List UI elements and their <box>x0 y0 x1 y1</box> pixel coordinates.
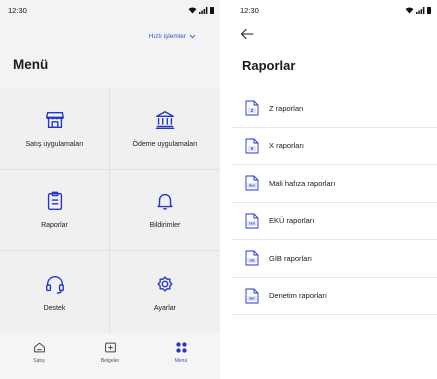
battery-icon <box>427 6 431 14</box>
gear-icon <box>157 276 173 292</box>
quick-actions-dropdown[interactable]: Hızlı işlemler <box>149 33 196 40</box>
wifi-icon <box>188 7 197 13</box>
svg-text:GİB: GİB <box>250 258 255 263</box>
status-time: 12:30 <box>8 5 27 15</box>
tab-sales[interactable]: Satış <box>22 341 56 379</box>
list-item-x-reports[interactable]: X X raporları <box>232 128 437 165</box>
list-item-eku-reports[interactable]: EKÜ EKÜ raporları <box>232 203 437 240</box>
list-item-z-reports[interactable]: Z Z raporları <box>232 90 437 128</box>
document-z-icon: Z <box>245 100 259 116</box>
list-item-audit-reports[interactable]: DNT Denetim raporları <box>232 278 437 315</box>
signal-icon <box>199 6 208 14</box>
tile-reports[interactable]: Raporlar <box>0 169 110 252</box>
battery-icon <box>210 6 214 14</box>
tile-label: Ödeme uygulamaları <box>132 140 198 148</box>
svg-text:X: X <box>251 146 254 151</box>
page-title: Menü <box>13 57 49 72</box>
back-arrow-icon[interactable] <box>240 28 254 40</box>
bell-icon <box>157 194 173 210</box>
tile-label: Ayarlar <box>153 304 177 312</box>
store-icon <box>45 111 64 128</box>
tile-notifications[interactable]: Bildirimler <box>110 170 220 252</box>
tab-label: Belgeler <box>100 358 120 364</box>
tile-settings[interactable]: Ayarlar <box>110 251 220 333</box>
document-dnt-icon: DNT <box>245 288 259 304</box>
list-item-gib-reports[interactable]: GİB GİB raporları <box>232 240 437 278</box>
status-bar: 12:30 <box>232 0 437 20</box>
svg-text:Z: Z <box>251 108 254 113</box>
headset-icon <box>45 275 64 294</box>
grid-icon <box>175 342 187 353</box>
receipt-icon <box>104 342 116 353</box>
tile-payment-apps[interactable]: Ödeme uygulamaları <box>110 88 220 170</box>
tab-label: Menü <box>174 358 188 364</box>
quick-actions-label: Hızlı işlemler <box>148 33 186 40</box>
svg-text:EKÜ: EKÜ <box>249 220 255 225</box>
tile-support[interactable]: Destek <box>0 251 110 333</box>
menu-grid: Satış uygulamaları Ödeme uygulamaları Ra… <box>0 88 220 333</box>
tab-label: Satış <box>33 358 45 364</box>
list-item-label: X raporları <box>269 141 305 151</box>
tile-label: Destek <box>43 304 66 312</box>
clipboard-icon <box>47 192 62 211</box>
home-icon <box>33 342 45 353</box>
reports-screen: 12:30 Raporlar Z Z raporları X X raporla… <box>232 0 437 379</box>
signal-icon <box>416 6 425 14</box>
list-item-fiscal-memory-reports[interactable]: MALİ Mali hafıza raporları <box>232 165 437 203</box>
document-mali-icon: MALİ <box>245 175 259 191</box>
chevron-down-icon <box>189 34 196 39</box>
reports-list: Z Z raporları X X raporları MALİ Mali ha… <box>232 90 437 315</box>
menu-screen: 12:30 Hızlı işlemler Menü Satış uygulama… <box>0 0 220 379</box>
tile-label: Raporlar <box>41 222 68 230</box>
tile-label: Bildirimler <box>149 222 181 230</box>
tile-label: Satış uygulamaları <box>25 140 84 148</box>
document-gib-icon: GİB <box>245 250 259 266</box>
status-time: 12:30 <box>240 5 259 15</box>
list-item-label: Mali hafıza raporları <box>269 178 336 188</box>
status-bar: 12:30 <box>0 0 220 20</box>
list-item-label: EKÜ raporları <box>269 216 315 226</box>
svg-text:DNT: DNT <box>249 296 255 300</box>
document-x-icon: X <box>245 138 259 154</box>
page-title: Raporlar <box>242 58 296 73</box>
list-item-label: Z raporları <box>269 103 304 113</box>
bottom-tab-bar: Satış Belgeler Menü <box>0 333 220 379</box>
tile-sales-apps[interactable]: Satış uygulamaları <box>0 88 110 170</box>
list-item-label: Denetim raporları <box>269 291 327 301</box>
tab-menu[interactable]: Menü <box>164 341 198 379</box>
wifi-icon <box>405 7 414 13</box>
list-item-label: GİB raporları <box>269 253 312 263</box>
bank-icon <box>155 110 175 129</box>
document-eku-icon: EKÜ <box>245 213 259 229</box>
tab-documents[interactable]: Belgeler <box>93 341 127 379</box>
